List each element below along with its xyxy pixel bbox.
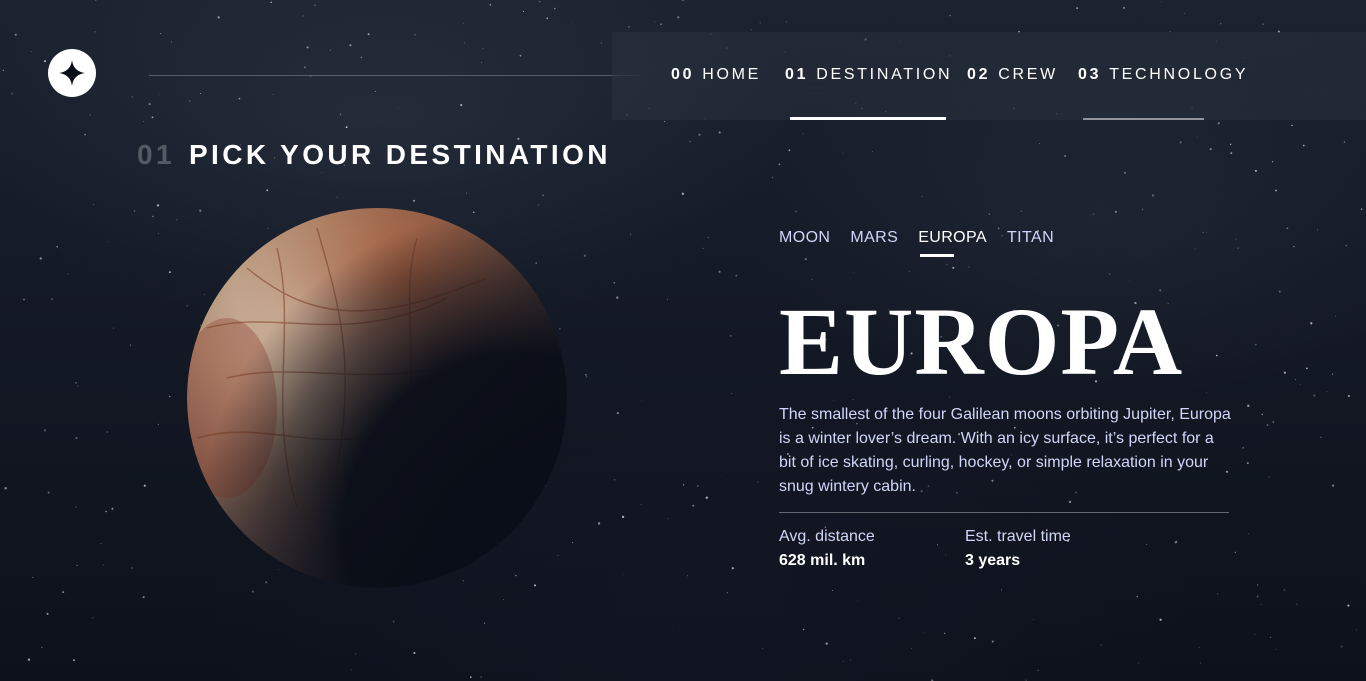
nav-item-technology[interactable]: 03 TECHNOLOGY [1078,66,1248,120]
tab-mars[interactable]: MARS [850,229,898,257]
nav-label: DESTINATION [816,66,953,83]
planet-image [187,208,567,588]
nav-item-home[interactable]: 00 HOME [671,66,761,120]
nav-item-destination[interactable]: 01 DESTINATION [785,66,952,120]
stat-travel-time-value: 3 years [965,552,1021,569]
tab-label: EUROPA [918,229,987,246]
nav-number: 02 [967,66,991,83]
nav-item-crew[interactable]: 02 CREW [967,66,1058,120]
stats-divider [779,512,1229,513]
tab-moon[interactable]: MOON [779,229,830,257]
destination-name: EUROPA [779,288,1184,395]
page-title-text: PICK YOUR DESTINATION [188,139,611,170]
page-title: 01 PICK YOUR DESTINATION [137,139,611,171]
page-title-number: 01 [137,139,175,170]
destination-tabs: MOON MARS EUROPA TITAN [779,229,1054,257]
tab-label: MOON [779,229,831,246]
primary-nav: 00 HOME 01 DESTINATION 02 CREW 03 TECHNOLOGY [612,32,1366,120]
stat-distance-label: Avg. distance [779,528,875,545]
nav-label: HOME [702,66,762,83]
nav-number: 01 [785,66,809,83]
tab-titan[interactable]: TITAN [1007,229,1054,257]
header-divider [149,75,641,76]
nav-label: CREW [998,66,1058,83]
tab-europa[interactable]: EUROPA [918,229,987,257]
star-icon [59,60,85,86]
stat-travel-time-label: Est. travel time [965,528,1071,545]
tab-label: MARS [850,229,899,246]
stat-distance-value: 628 mil. km [779,552,866,569]
nav-label: TECHNOLOGY [1109,66,1249,83]
tab-active-indicator [920,254,954,257]
nav-hover-indicator [1083,118,1205,120]
nav-active-indicator [790,117,947,120]
logo-icon[interactable] [48,49,96,97]
tab-label: TITAN [1007,229,1055,246]
destination-description: The smallest of the four Galilean moons … [779,406,1231,495]
nav-number: 00 [671,66,695,83]
nav-number: 03 [1078,66,1102,83]
